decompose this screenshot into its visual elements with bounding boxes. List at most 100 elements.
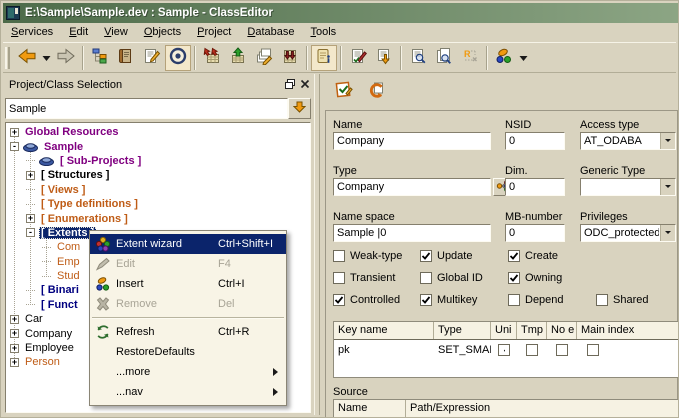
tree-expander[interactable]: - bbox=[10, 142, 19, 151]
tree-item-structures[interactable]: +[ Structures ] bbox=[6, 168, 310, 182]
menu-services[interactable]: Services bbox=[3, 23, 61, 42]
edit-document-button[interactable] bbox=[139, 45, 165, 71]
column-main-index[interactable]: Main index bbox=[577, 322, 678, 339]
tree-expander[interactable]: - bbox=[26, 228, 35, 237]
menu-view[interactable]: View bbox=[96, 23, 136, 42]
checkbox-icon[interactable] bbox=[556, 344, 568, 356]
dropdown-arrow-icon[interactable] bbox=[660, 133, 675, 149]
mb-number-label: MB-number bbox=[505, 211, 562, 223]
flag-transient[interactable]: Transient bbox=[333, 271, 395, 284]
tree-expander[interactable]: + bbox=[26, 214, 35, 223]
context-menu: Extent wizard Ctrl+Shift+I Edit F4 Inser… bbox=[89, 230, 287, 406]
float-panel-button[interactable] bbox=[282, 78, 297, 92]
tree-expander[interactable]: + bbox=[10, 315, 19, 324]
tree-item-sample[interactable]: -Sample bbox=[6, 139, 310, 153]
checkbox-icon[interactable] bbox=[587, 344, 599, 356]
tree-item-sub-projects[interactable]: [ Sub-Projects ] bbox=[6, 154, 310, 168]
titlebar[interactable]: E:\Sample\Sample.dev : Sample - ClassEdi… bbox=[3, 3, 678, 23]
flag-depend[interactable]: Depend bbox=[508, 293, 564, 306]
menu-project[interactable]: Project bbox=[189, 23, 239, 42]
dim-input[interactable] bbox=[505, 178, 565, 196]
privileges-dropdown[interactable]: ODC_protected bbox=[580, 224, 676, 242]
tree-expander[interactable]: + bbox=[10, 329, 19, 338]
load-data-button[interactable] bbox=[277, 45, 303, 71]
tree-expander[interactable]: + bbox=[10, 358, 19, 367]
tree-expander[interactable]: + bbox=[10, 128, 19, 137]
flag-owning[interactable]: Owning bbox=[508, 271, 562, 284]
save-document-button[interactable] bbox=[371, 45, 397, 71]
object-types-button[interactable] bbox=[491, 45, 517, 71]
name-input[interactable] bbox=[333, 132, 491, 150]
flag-weak-type[interactable]: Weak-type bbox=[333, 249, 402, 262]
tree-item-enumerations[interactable]: +[ Enumerations ] bbox=[6, 211, 310, 225]
menu-item-more[interactable]: ...more bbox=[90, 362, 286, 382]
column-name[interactable]: Name bbox=[334, 400, 406, 417]
design-edit-button[interactable] bbox=[251, 45, 277, 71]
import-button[interactable] bbox=[199, 45, 225, 71]
column-uni[interactable]: Uni bbox=[491, 322, 517, 339]
forward-button[interactable] bbox=[53, 45, 79, 71]
nsid-input[interactable] bbox=[505, 132, 565, 150]
checkbox-icon[interactable] bbox=[526, 344, 538, 356]
find-in-documents-button[interactable] bbox=[431, 45, 457, 71]
close-panel-button[interactable] bbox=[297, 78, 312, 92]
references-button[interactable]: R bbox=[457, 45, 483, 71]
column-tmp[interactable]: Tmp bbox=[517, 322, 547, 339]
flag-global-id[interactable]: Global ID bbox=[420, 271, 483, 284]
menu-item-extent-wizard[interactable]: Extent wizard Ctrl+Shift+I bbox=[90, 234, 286, 254]
tree-item-type-definitions[interactable]: [ Type definitions ] bbox=[6, 197, 310, 211]
menu-tools[interactable]: Tools bbox=[302, 23, 344, 42]
toolbar-drag-handle[interactable] bbox=[5, 47, 10, 69]
back-history-dropdown[interactable] bbox=[40, 45, 53, 71]
menu-database[interactable]: Database bbox=[239, 23, 302, 42]
check-document-button[interactable] bbox=[345, 45, 371, 71]
script-info-button[interactable] bbox=[311, 45, 337, 71]
tree-item-views[interactable]: [ Views ] bbox=[6, 183, 310, 197]
menu-edit[interactable]: Edit bbox=[61, 23, 96, 42]
menu-item-restore-defaults[interactable]: RestoreDefaults bbox=[90, 342, 286, 362]
export-button[interactable] bbox=[225, 45, 251, 71]
menu-objects[interactable]: Objects bbox=[136, 23, 189, 42]
column-no-e[interactable]: No e bbox=[547, 322, 577, 339]
checkbox-checked-icon[interactable] bbox=[498, 344, 510, 356]
dropdown-arrow-icon[interactable] bbox=[660, 225, 675, 241]
find-document-button[interactable] bbox=[405, 45, 431, 71]
name-space-input[interactable] bbox=[333, 224, 491, 242]
restore-button[interactable] bbox=[363, 78, 389, 104]
tree-expander[interactable]: + bbox=[10, 344, 19, 353]
back-button[interactable] bbox=[14, 45, 40, 71]
flag-create[interactable]: Create bbox=[508, 249, 558, 262]
type-input[interactable] bbox=[333, 178, 491, 196]
key-table-row[interactable]: pk SET_SMAL bbox=[334, 340, 678, 359]
apply-changes-button[interactable] bbox=[331, 78, 357, 104]
menu-item-insert[interactable]: Insert Ctrl+I bbox=[90, 274, 286, 294]
tree-expander[interactable]: + bbox=[26, 171, 35, 180]
documentation-button[interactable] bbox=[113, 45, 139, 71]
column-key-name[interactable]: Key name bbox=[334, 322, 434, 339]
flag-update[interactable]: Update bbox=[420, 249, 472, 262]
class-hierarchy-button[interactable] bbox=[87, 45, 113, 71]
checkbox-checked-icon bbox=[333, 294, 345, 306]
flag-multikey[interactable]: Multikey bbox=[420, 293, 477, 306]
generic-type-dropdown[interactable] bbox=[580, 178, 676, 196]
database-object-button[interactable] bbox=[165, 45, 191, 71]
mb-number-input[interactable] bbox=[505, 224, 565, 242]
menu-item-nav[interactable]: ...nav bbox=[90, 382, 286, 402]
caret-down-icon bbox=[42, 50, 51, 65]
flag-controlled[interactable]: Controlled bbox=[333, 293, 400, 306]
menu-item-edit[interactable]: Edit F4 bbox=[90, 254, 286, 274]
tree-connector bbox=[42, 276, 51, 277]
menu-item-remove[interactable]: Remove Del bbox=[90, 294, 286, 314]
flag-shared[interactable]: Shared bbox=[596, 293, 648, 306]
tree-connector bbox=[42, 261, 51, 262]
class-filter-input[interactable] bbox=[5, 98, 288, 119]
tree-item-global-resources[interactable]: +Global Resources bbox=[6, 125, 310, 139]
column-path-expression[interactable]: Path/Expression bbox=[406, 400, 678, 417]
dropdown-arrow-icon[interactable] bbox=[660, 179, 675, 195]
column-type[interactable]: Type bbox=[434, 322, 491, 339]
object-types-dropdown[interactable] bbox=[517, 45, 530, 71]
access-type-dropdown[interactable]: AT_ODABA bbox=[580, 132, 676, 150]
menu-item-refresh[interactable]: Refresh Ctrl+R bbox=[90, 322, 286, 342]
filter-dropdown-button[interactable] bbox=[288, 98, 311, 119]
privileges-label: Privileges bbox=[580, 211, 628, 223]
